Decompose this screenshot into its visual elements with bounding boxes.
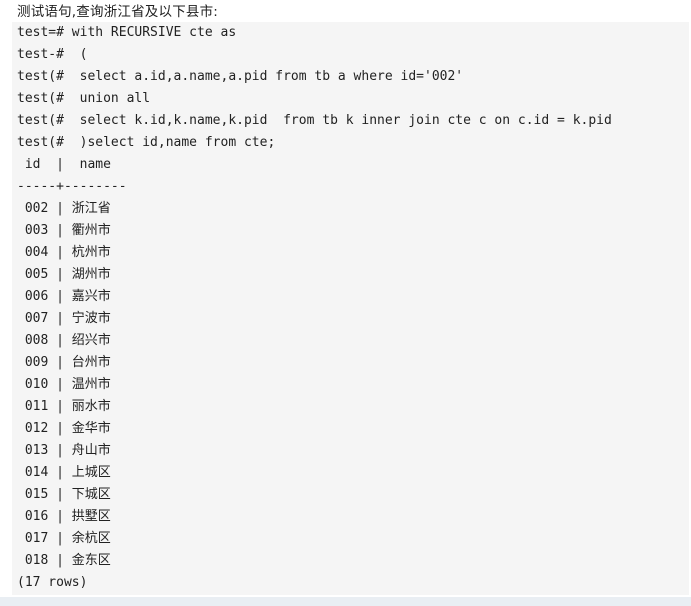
row-indent [17,487,25,502]
table-row: 018 | 金东区 [17,550,111,572]
column-separator: | [48,355,72,370]
row-id: 012 [24,421,49,436]
row-id: 003 [24,223,49,238]
row-name: 浙江省 [71,201,111,216]
row-indent [17,553,25,568]
table-row: 002 | 浙江省 [17,198,111,220]
row-indent [17,355,25,370]
result-header: id | name [17,157,111,172]
row-name: 金华市 [71,421,111,436]
column-separator: | [48,289,72,304]
row-indent [17,333,25,348]
row-indent [17,223,25,238]
table-row: 014 | 上城区 [17,462,111,484]
row-indent [17,465,25,480]
row-id: 014 [24,465,49,480]
row-id: 009 [24,355,49,370]
row-id: 010 [24,377,49,392]
row-name: 宁波市 [71,311,111,326]
row-indent [17,377,25,392]
table-row: 005 | 湖州市 [17,264,111,286]
query-line: test(# select a.id,a.name,a.pid from tb … [17,69,464,84]
table-row: 006 | 嘉兴市 [17,286,111,308]
table-row: 012 | 金华市 [17,418,111,440]
row-indent [17,399,25,414]
query-line: test(# )select id,name from cte; [17,135,276,150]
column-separator: | [48,487,72,502]
column-separator: | [48,509,72,524]
query-line: test(# select k.id,k.name,k.pid from tb … [17,113,612,128]
column-separator: | [48,421,72,436]
table-row: 010 | 温州市 [17,374,111,396]
row-id: 002 [24,201,49,216]
column-separator: | [48,553,72,568]
row-name: 绍兴市 [71,333,111,348]
column-separator: | [48,465,72,480]
row-id: 016 [24,509,49,524]
row-name: 衢州市 [71,223,111,238]
row-id: 013 [24,443,49,458]
table-row: 007 | 宁波市 [17,308,111,330]
row-name: 金东区 [71,553,111,568]
result-divider: -----+-------- [17,179,127,194]
query-line: test-# ( [17,47,88,62]
row-name: 舟山市 [71,443,111,458]
row-id: 006 [24,289,49,304]
row-count: (17 rows) [17,575,88,590]
column-separator: | [48,531,72,546]
row-id: 017 [24,531,49,546]
table-row: 015 | 下城区 [17,484,111,506]
column-separator: | [48,267,72,282]
row-name: 杭州市 [71,245,111,260]
column-separator: | [48,377,72,392]
table-row: 016 | 拱墅区 [17,506,111,528]
table-row: 003 | 衢州市 [17,220,111,242]
row-id: 005 [24,267,49,282]
row-name: 余杭区 [71,531,111,546]
bottom-bar [0,597,691,606]
row-indent [17,201,25,216]
row-name: 温州市 [71,377,111,392]
column-separator: | [48,201,72,216]
row-id: 007 [24,311,49,326]
row-id: 015 [24,487,49,502]
row-name: 拱墅区 [71,509,111,524]
row-indent [17,421,25,436]
column-separator: | [48,399,72,414]
row-indent [17,311,25,326]
column-separator: | [48,245,72,260]
row-name: 嘉兴市 [71,289,111,304]
row-indent [17,531,25,546]
column-separator: | [48,223,72,238]
query-line: test=# with RECURSIVE cte as [17,25,237,40]
row-id: 008 [24,333,49,348]
table-row: 017 | 余杭区 [17,528,111,550]
column-separator: | [48,311,72,326]
row-id: 004 [24,245,49,260]
row-name: 台州市 [71,355,111,370]
row-name: 上城区 [71,465,111,480]
row-id: 011 [24,399,49,414]
row-indent [17,267,25,282]
row-indent [17,245,25,260]
caption-text: 测试语句,查询浙江省及以下县市: [17,4,219,20]
row-indent [17,289,25,304]
query-line: test(# union all [17,91,151,106]
row-name: 下城区 [71,487,111,502]
row-indent [17,509,25,524]
row-name: 湖州市 [71,267,111,282]
table-row: 011 | 丽水市 [17,396,111,418]
table-row: 008 | 绍兴市 [17,330,111,352]
code-block: test=# with RECURSIVE cte as test-# ( te… [12,22,689,595]
row-indent [17,443,25,458]
table-row: 013 | 舟山市 [17,440,111,462]
column-separator: | [48,333,72,348]
table-row: 009 | 台州市 [17,352,111,374]
row-name: 丽水市 [71,399,111,414]
table-row: 004 | 杭州市 [17,242,111,264]
row-id: 018 [24,553,49,568]
column-separator: | [48,443,72,458]
